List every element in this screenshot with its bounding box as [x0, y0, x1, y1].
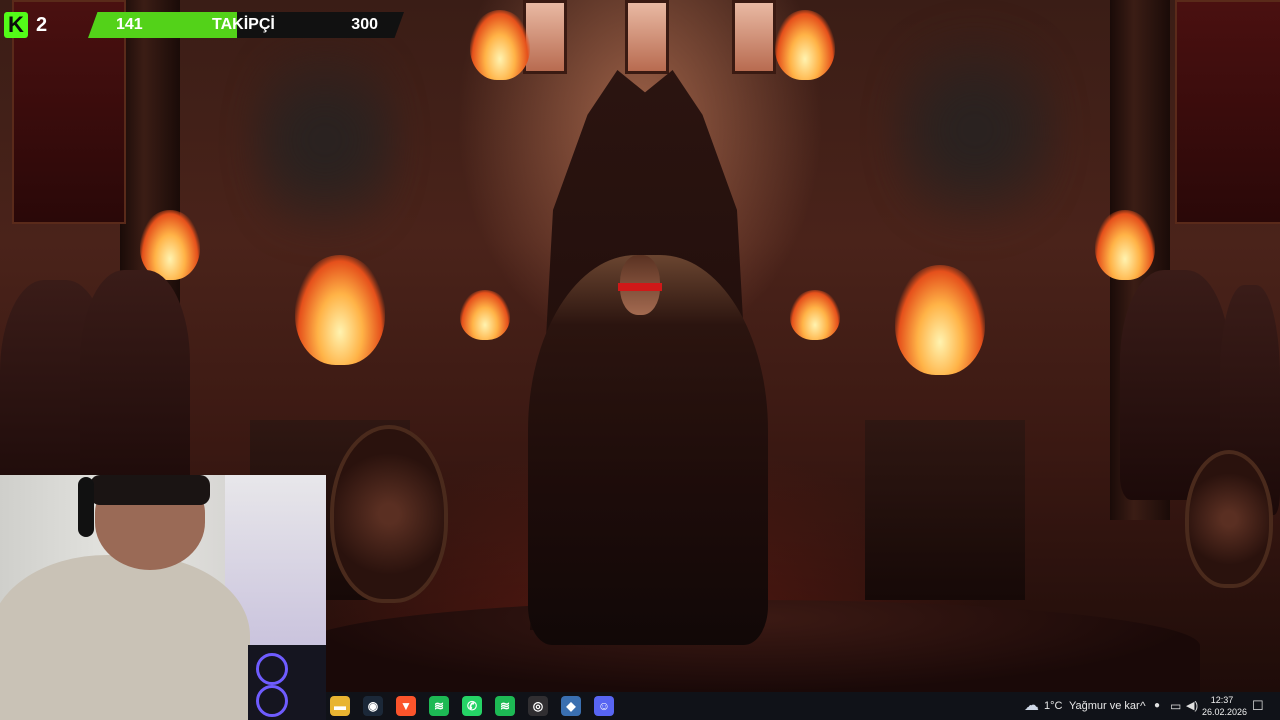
follower-progress-bar: 141 TAKİPÇİ 300 — [88, 12, 404, 38]
pc-tower — [248, 645, 326, 720]
war-banner — [1175, 0, 1280, 224]
smoke-plume — [890, 0, 1060, 260]
stained-window — [523, 0, 567, 74]
volume-icon[interactable]: ◀) — [1186, 692, 1198, 720]
round-shield — [1185, 450, 1273, 588]
webcam-overlay — [0, 475, 326, 720]
stained-window — [625, 0, 669, 74]
clock-date: 26.02.2026 — [1202, 707, 1248, 717]
rgb-fan — [256, 685, 288, 717]
round-shield — [330, 425, 448, 603]
brazier-flame — [895, 265, 985, 375]
weather-temperature[interactable]: 1°C — [1044, 692, 1062, 720]
armored-knight — [80, 270, 190, 500]
follower-goal-widget: K 2 141 TAKİPÇİ 300 — [0, 0, 410, 44]
follower-goal-title: TAKİPÇİ — [212, 16, 275, 33]
tray-chevron-icon[interactable]: ^ — [1140, 692, 1146, 720]
steam-icon[interactable]: ◉ — [363, 696, 383, 716]
brazier-flame — [295, 255, 385, 365]
follower-goal-target: 300 — [351, 16, 378, 33]
wall-torch-flame — [790, 290, 840, 340]
spotify-icon[interactable]: ≋ — [429, 696, 449, 716]
brave-icon[interactable]: ▼ — [396, 696, 416, 716]
clock-time: 12:37 — [1210, 695, 1234, 705]
app-icon[interactable]: ◆ — [561, 696, 581, 716]
spotify-icon[interactable]: ≋ — [495, 696, 515, 716]
stained-window — [732, 0, 776, 74]
microphone-icon[interactable]: ● — [1154, 692, 1160, 720]
streamer-hair — [90, 475, 210, 505]
follower-current-count: 141 — [116, 16, 143, 33]
obs-icon[interactable]: ◎ — [528, 696, 548, 716]
headset — [78, 477, 94, 537]
stone-pedestal — [865, 420, 1025, 600]
weather-condition[interactable]: Yağmur ve kar — [1069, 692, 1140, 720]
file-explorer-icon[interactable]: ▬ — [330, 696, 350, 716]
system-clock[interactable]: 12:37 26.02.2026 — [1202, 694, 1248, 718]
smoke-plume — [250, 10, 400, 270]
kick-logo-icon: K — [4, 12, 28, 38]
streamer-shirt — [0, 555, 250, 720]
rgb-fan — [256, 653, 288, 685]
whatsapp-icon[interactable]: ✆ — [462, 696, 482, 716]
wall-torch-flame — [470, 10, 530, 80]
wall-torch-flame — [1095, 210, 1155, 280]
seated-king — [528, 255, 768, 645]
cloud-snow-icon[interactable]: ☁ — [1024, 692, 1039, 720]
badge-count: 2 — [36, 14, 48, 36]
network-icon[interactable]: ▭ — [1170, 692, 1181, 720]
wall-torch-flame — [775, 10, 835, 80]
wall-torch-flame — [460, 290, 510, 340]
red-blindfold — [618, 283, 662, 291]
windows-taskbar: ▬ ◉ ▼ ≋ ✆ ≋ ◎ ◆ ☺ ☁ 1°C Yağmur ve kar ^ ● ▭ ◀) 1… — [326, 692, 1280, 720]
notification-icon[interactable]: ☐ — [1252, 692, 1264, 720]
discord-icon[interactable]: ☺ — [594, 696, 614, 716]
